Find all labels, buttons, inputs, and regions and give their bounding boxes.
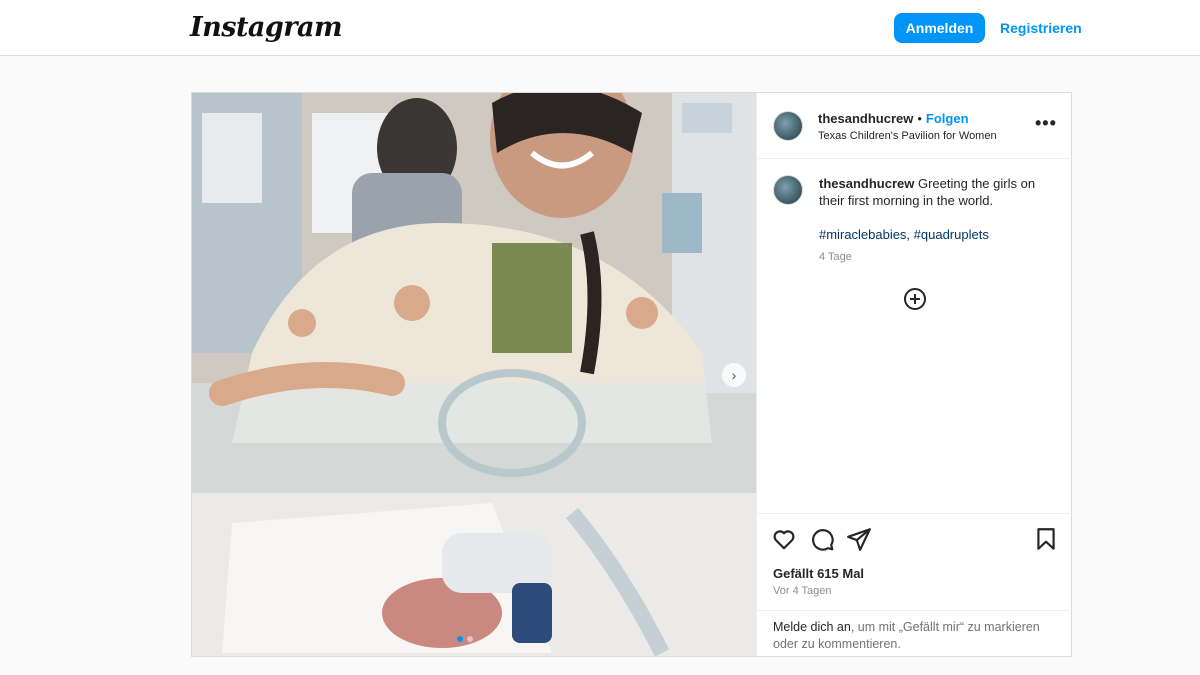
follow-button[interactable]: Folgen bbox=[926, 111, 969, 126]
post-location[interactable]: Texas Children's Pavilion for Women bbox=[818, 130, 997, 142]
carousel-dot bbox=[467, 636, 473, 642]
post-sidebar: thesandhucrew • Folgen Texas Children's Pa… bbox=[756, 93, 1073, 656]
login-prompt-link[interactable]: Melde dich an bbox=[773, 620, 851, 634]
login-button[interactable]: Anmelden bbox=[894, 13, 985, 43]
carousel-next-button[interactable]: › bbox=[722, 363, 746, 387]
caption-hashtags[interactable]: #miraclebabies, #quadruplets bbox=[819, 227, 989, 242]
photo-illustration bbox=[192, 93, 756, 656]
post-timestamp: Vor 4 Tagen bbox=[773, 585, 832, 597]
heart-icon[interactable] bbox=[771, 526, 797, 552]
register-link[interactable]: Registrieren bbox=[1000, 20, 1082, 36]
comment-icon[interactable] bbox=[809, 526, 835, 552]
more-icon[interactable]: ••• bbox=[1035, 113, 1057, 134]
carousel-dot bbox=[457, 636, 463, 642]
caption-avatar[interactable] bbox=[773, 175, 803, 205]
top-navbar: Instagram Anmelden Registrieren bbox=[0, 0, 1200, 56]
post-photo: › bbox=[192, 93, 756, 656]
like-count[interactable]: Gefällt 615 Mal bbox=[773, 566, 864, 581]
author-username[interactable]: thesandhucrew bbox=[818, 111, 913, 126]
author-avatar[interactable] bbox=[773, 111, 803, 141]
chevron-right-icon: › bbox=[731, 367, 737, 383]
post-card: › thesandhucrew • Folgen Texas Children's … bbox=[191, 92, 1073, 657]
instagram-logo[interactable]: Instagram bbox=[190, 12, 343, 43]
caption-username[interactable]: thesandhucrew bbox=[819, 176, 914, 191]
separator-dot: • bbox=[917, 111, 922, 126]
caption-timestamp: 4 Tage bbox=[819, 251, 852, 263]
post-caption: thesandhucrew Greeting the girls on thei… bbox=[819, 175, 1059, 209]
carousel-indicator bbox=[457, 636, 473, 642]
login-prompt: Melde dich an, um mit „Gefällt mir“ zu m… bbox=[757, 610, 1073, 653]
post-header: thesandhucrew • Folgen Texas Children's Pa… bbox=[757, 93, 1073, 159]
bookmark-icon[interactable] bbox=[1033, 526, 1059, 552]
add-circle-icon[interactable] bbox=[903, 287, 927, 311]
author-line: thesandhucrew • Folgen bbox=[818, 111, 969, 126]
share-icon[interactable] bbox=[846, 526, 872, 552]
